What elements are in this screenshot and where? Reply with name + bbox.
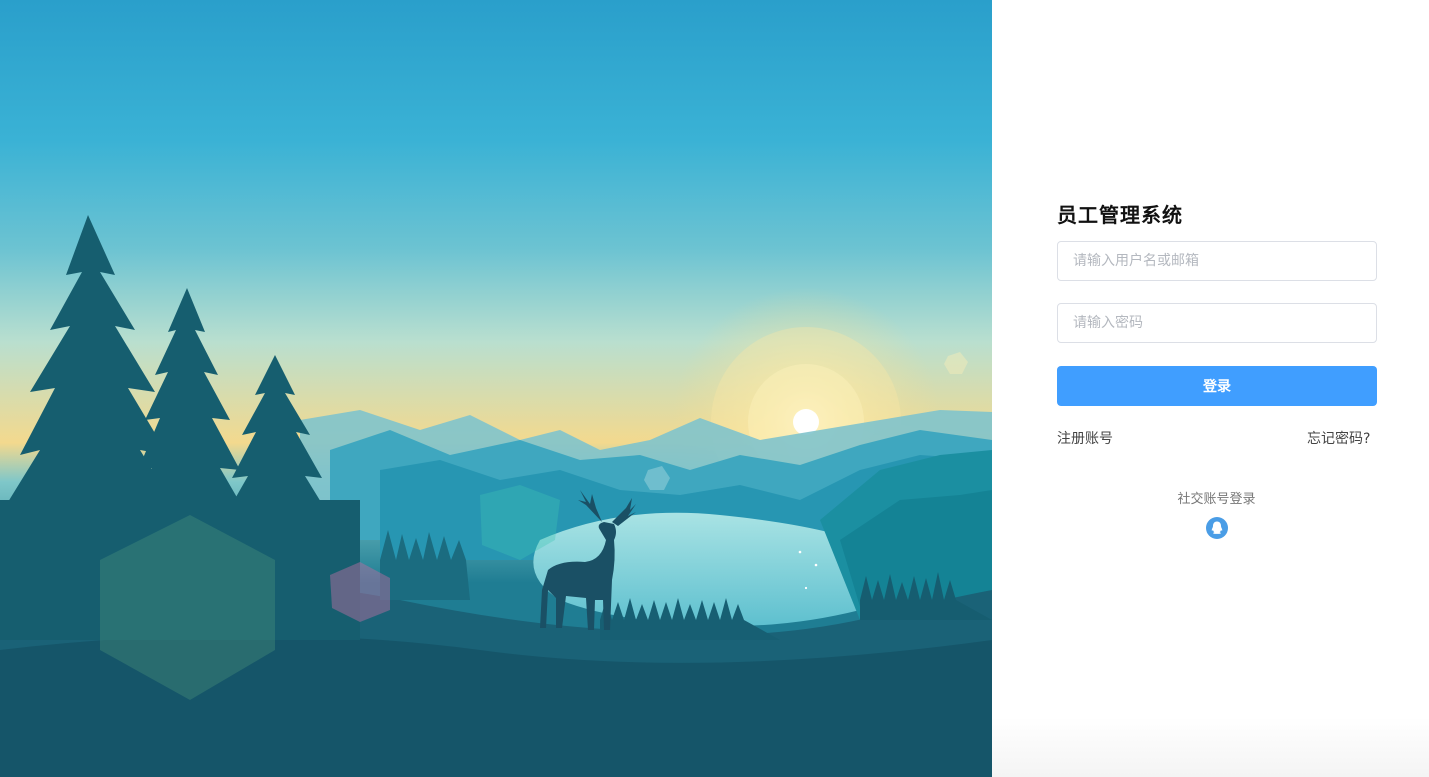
panel-bottom-shadow bbox=[992, 717, 1429, 777]
register-link[interactable]: 注册账号 bbox=[1057, 428, 1113, 448]
password-input[interactable] bbox=[1058, 304, 1376, 342]
landscape-artwork bbox=[0, 215, 992, 777]
password-field-wrapper bbox=[1057, 303, 1377, 343]
hero-illustration bbox=[0, 0, 992, 777]
username-input[interactable] bbox=[1058, 242, 1376, 280]
qq-icon[interactable] bbox=[1206, 517, 1228, 539]
login-panel: 员工管理系统 登录 注册账号 忘记密码? 社交账号登录 bbox=[992, 0, 1429, 777]
login-button[interactable]: 登录 bbox=[1057, 366, 1377, 406]
username-field-wrapper bbox=[1057, 241, 1377, 281]
social-login-label: 社交账号登录 bbox=[1177, 492, 1256, 507]
forgot-password-link[interactable]: 忘记密码? bbox=[1307, 428, 1370, 448]
login-title: 员工管理系统 bbox=[1057, 203, 1183, 227]
